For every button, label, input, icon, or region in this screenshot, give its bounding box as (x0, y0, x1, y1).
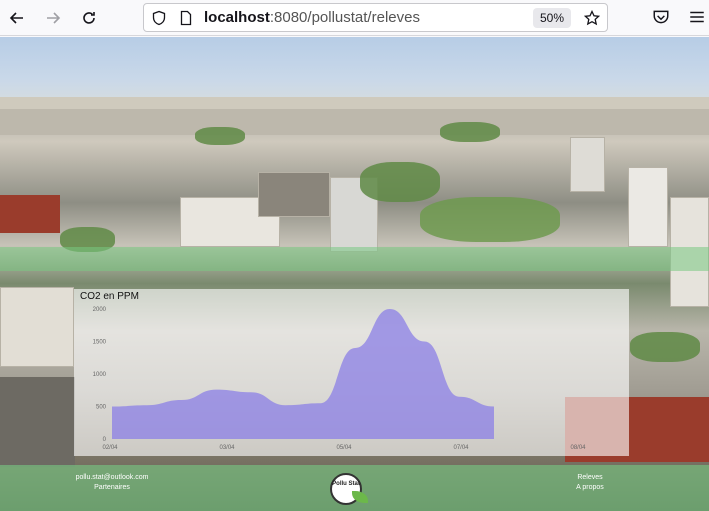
partners-link[interactable]: Partenaires (60, 483, 164, 493)
page-icon[interactable] (178, 10, 194, 26)
y-tick-label: 1500 (93, 340, 107, 346)
co2-chart: CO2 en PPM 0 500 1000 1500 2000 02/04 03/04 05… (80, 291, 586, 451)
reload-button[interactable] (77, 6, 101, 30)
reload-icon (83, 12, 95, 24)
logo-text: Pollu Stat (332, 481, 360, 487)
leaf-icon (352, 491, 368, 503)
zoom-indicator[interactable]: 50% (533, 8, 571, 28)
page-background: CO2 en PPM 0 500 1000 1500 2000 02/04 03/04 05… (0, 37, 709, 511)
star-icon[interactable] (584, 10, 600, 26)
x-tick-label: 08/04 (570, 445, 586, 451)
pollustat-logo[interactable]: Pollu Stat (330, 473, 368, 505)
url-text[interactable]: localhost:8080/pollustat/releves (204, 9, 420, 26)
y-tick-label: 2000 (93, 307, 107, 313)
x-tick-label: 05/04 (336, 445, 352, 451)
footer-right: Releves A propos (556, 473, 624, 493)
shield-icon[interactable] (151, 10, 167, 26)
address-bar[interactable]: localhost:8080/pollustat/releves 50% (143, 3, 608, 32)
forward-button[interactable] (41, 6, 65, 30)
footer-left: pollu.stat@outlook.com Partenaires (60, 473, 164, 493)
releves-link[interactable]: Releves (556, 473, 624, 483)
y-tick-label: 1000 (93, 372, 107, 378)
footer: pollu.stat@outlook.com Partenaires Pollu… (0, 465, 709, 511)
y-tick-label: 0 (103, 437, 107, 443)
email-link[interactable]: pollu.stat@outlook.com (60, 473, 164, 483)
back-button[interactable] (5, 6, 29, 30)
menu-icon[interactable] (688, 8, 706, 26)
co2-chart-panel: CO2 en PPM 0 500 1000 1500 2000 02/04 03/04 05… (74, 289, 629, 456)
x-tick-label: 03/04 (219, 445, 235, 451)
green-banner (0, 247, 709, 271)
y-tick-label: 500 (96, 405, 107, 411)
back-icon (9, 12, 23, 24)
url-host: localhost (204, 9, 270, 26)
apropos-link[interactable]: A propos (556, 483, 624, 493)
sky-background (0, 37, 709, 97)
url-path: :8080/pollustat/releves (269, 9, 420, 26)
pocket-icon[interactable] (652, 8, 670, 26)
chart-title: CO2 en PPM (80, 291, 139, 302)
x-tick-label: 07/04 (453, 445, 469, 451)
co2-area-series (112, 309, 494, 439)
x-tick-label: 02/04 (102, 445, 118, 451)
forward-icon (47, 12, 61, 24)
browser-toolbar: localhost:8080/pollustat/releves 50% (0, 0, 709, 36)
